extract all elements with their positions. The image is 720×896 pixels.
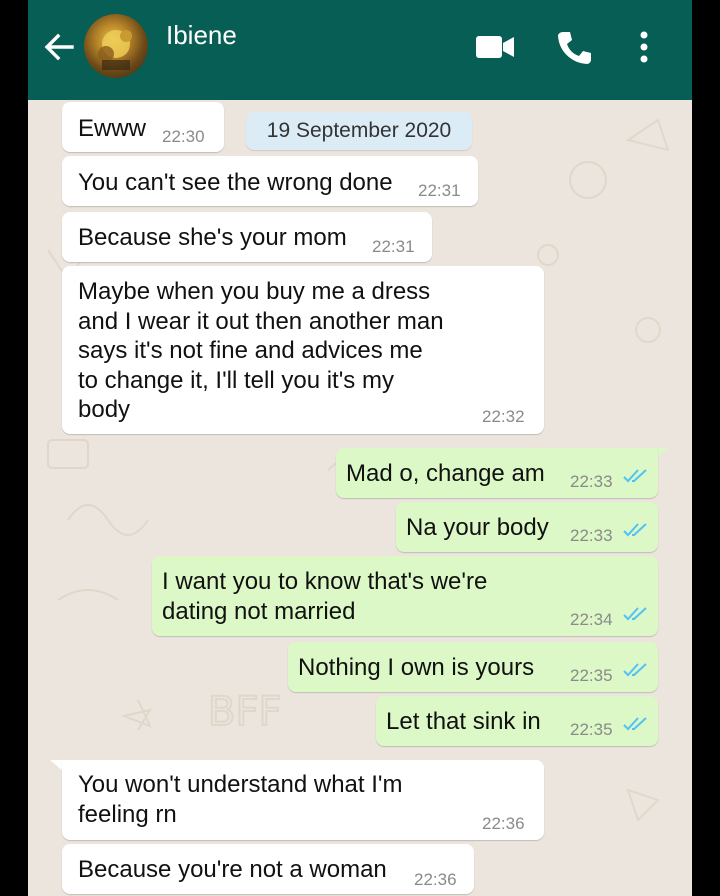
message-time: 22:33 bbox=[570, 472, 613, 491]
message-bubble[interactable]: I want you to know that's we're dating n… bbox=[152, 556, 658, 636]
message-text: I want you to know that's we're dating n… bbox=[162, 568, 488, 625]
message-bubble[interactable]: Because she's your mom 22:31 bbox=[62, 212, 432, 262]
date-chip: 19 September 2020 bbox=[246, 112, 472, 150]
chat-header: Ibiene bbox=[28, 0, 692, 100]
more-options-icon[interactable] bbox=[636, 30, 652, 66]
avatar[interactable] bbox=[84, 14, 148, 78]
message-time: 22:34 bbox=[570, 610, 613, 629]
message-time: 22:30 bbox=[162, 127, 205, 146]
message-time: 22:31 bbox=[418, 181, 461, 200]
message-time: 22:31 bbox=[372, 237, 415, 256]
message-bubble[interactable]: Mad o, change am 22:33 bbox=[336, 448, 658, 498]
message-text: Because she's your mom bbox=[78, 224, 347, 251]
back-arrow-icon[interactable] bbox=[42, 30, 76, 64]
message-time: 22:36 bbox=[414, 870, 457, 889]
message-bubble[interactable]: You won't understand what I'm feeling rn… bbox=[62, 760, 544, 840]
message-text: Mad o, change am bbox=[346, 460, 545, 487]
message-bubble[interactable]: Let that sink in 22:35 bbox=[376, 696, 658, 746]
message-text: You can't see the wrong done bbox=[78, 169, 393, 196]
message-bubble[interactable]: Maybe when you buy me a dress and I wear… bbox=[62, 266, 544, 434]
message-time: 22:35 bbox=[570, 666, 613, 685]
message-bubble[interactable]: Because you're not a woman 22:36 bbox=[62, 844, 474, 894]
read-receipt-icon bbox=[623, 469, 647, 483]
read-receipt-icon bbox=[623, 607, 647, 621]
message-time: 22:33 bbox=[570, 526, 613, 545]
message-bubble[interactable]: Ewww 22:30 bbox=[62, 102, 224, 152]
message-text: Ewww bbox=[78, 115, 147, 142]
read-receipt-icon bbox=[623, 663, 647, 677]
message-list[interactable]: 19 September 2020 Ewww 22:30 You can't s… bbox=[28, 100, 692, 896]
read-receipt-icon bbox=[623, 717, 647, 731]
message-text: Because you're not a woman bbox=[78, 856, 387, 883]
message-text: Nothing I own is yours bbox=[298, 654, 535, 681]
message-text: Maybe when you buy me a dress and I wear… bbox=[78, 278, 444, 423]
message-time: 22:36 bbox=[482, 814, 525, 833]
video-call-icon[interactable] bbox=[474, 28, 518, 64]
contact-name[interactable]: Ibiene bbox=[166, 20, 237, 51]
message-text: Let that sink in bbox=[386, 708, 541, 735]
message-bubble[interactable]: Nothing I own is yours 22:35 bbox=[288, 642, 658, 692]
read-receipt-icon bbox=[623, 523, 647, 537]
message-bubble[interactable]: Na your body 22:33 bbox=[396, 502, 658, 552]
message-time: 22:32 bbox=[482, 407, 525, 426]
message-bubble[interactable]: You can't see the wrong done 22:31 bbox=[62, 156, 478, 206]
chat-screen: BFF Ibiene 19 September 2020 Ewww 22:30 … bbox=[28, 0, 692, 896]
message-time: 22:35 bbox=[570, 720, 613, 739]
message-text: Na your body bbox=[406, 514, 549, 541]
message-text: You won't understand what I'm feeling rn bbox=[78, 771, 403, 828]
voice-call-icon[interactable] bbox=[554, 28, 594, 68]
avatar-image bbox=[98, 30, 132, 70]
